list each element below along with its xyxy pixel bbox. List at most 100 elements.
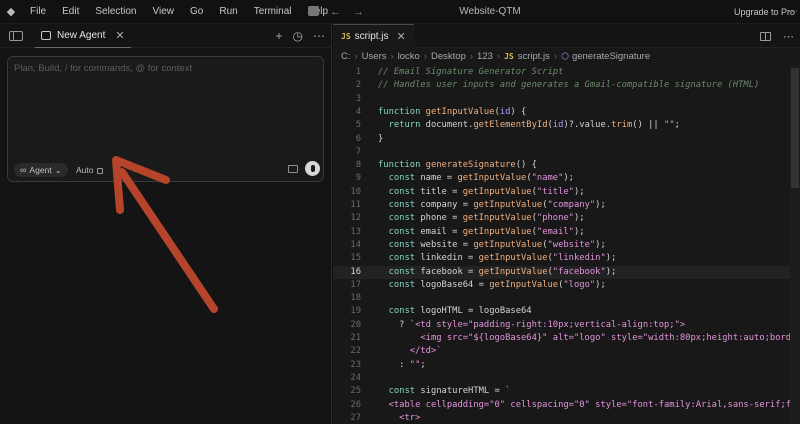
code-line[interactable]: 23 : ""; xyxy=(333,359,800,372)
back-arrow-icon[interactable]: ← xyxy=(330,6,341,18)
code-text: function generateSignature() { xyxy=(378,160,537,171)
infinity-icon: ∞ xyxy=(20,165,27,175)
line-number: 1 xyxy=(355,67,361,77)
more-actions-icon[interactable]: ⋯ xyxy=(783,30,794,43)
code-text: const company = getInputValue("company")… xyxy=(388,200,606,210)
line-number: 4 xyxy=(355,106,361,117)
agent-tab-bar: New Agent ✕ + ◷ ⋯ xyxy=(0,24,331,48)
menu-terminal[interactable]: Terminal xyxy=(246,0,300,24)
code-line[interactable]: 27 <tr> xyxy=(333,412,800,424)
model-select[interactable]: Auto xyxy=(76,163,103,177)
tab-new-agent[interactable]: New Agent ✕ xyxy=(35,24,131,48)
code-line[interactable]: 12 const phone = getInputValue("phone"); xyxy=(333,212,800,225)
code-text: const website = getInputValue("website")… xyxy=(388,239,606,250)
breadcrumb-user[interactable]: locko xyxy=(398,51,420,62)
microphone-button[interactable] xyxy=(305,161,320,176)
breadcrumb-separator: › xyxy=(354,50,358,62)
line-number: 7 xyxy=(355,146,361,157)
code-line[interactable]: 18 xyxy=(333,292,800,305)
agent-mode-dropdown[interactable]: ∞ Agent ⌄ xyxy=(14,163,68,177)
line-number: 14 xyxy=(350,239,361,250)
menu-go[interactable]: Go xyxy=(182,0,211,24)
code-line[interactable]: 1 // Email Signature Generator Script xyxy=(333,66,800,79)
code-text: } xyxy=(378,133,384,144)
code-text: // Handles user inputs and generates a G… xyxy=(378,80,760,91)
code-line[interactable]: 22 </td>` xyxy=(333,345,800,358)
scrollbar-thumb[interactable] xyxy=(791,68,799,188)
upgrade-link[interactable]: Upgrade to Pro xyxy=(734,0,795,24)
code-text: const logoHTML = logoBase64 xyxy=(388,306,532,317)
menu-bar: File Edit Selection View Go Run Terminal… xyxy=(22,0,336,24)
code-line[interactable]: 13 const email = getInputValue("email"); xyxy=(333,226,800,239)
close-icon[interactable]: ✕ xyxy=(115,29,124,42)
chevron-down-icon: ⌄ xyxy=(54,164,62,175)
breadcrumb-desktop[interactable]: Desktop xyxy=(431,51,466,62)
code-text: const email = getInputValue("email"); xyxy=(388,226,585,237)
line-number: 6 xyxy=(355,133,361,144)
line-number: 3 xyxy=(355,93,361,104)
title-bar: ◆ File Edit Selection View Go Run Termin… xyxy=(0,0,800,24)
window-title: Website-QTM xyxy=(459,6,521,17)
code-line[interactable]: 2 // Handles user inputs and generates a … xyxy=(333,79,800,92)
breadcrumb-users[interactable]: Users xyxy=(362,51,387,62)
code-line[interactable]: 21 <img src="${logoBase64}" alt="logo" s… xyxy=(333,332,800,345)
close-icon[interactable]: ✕ xyxy=(397,30,406,43)
breadcrumb-drive[interactable]: C: xyxy=(341,51,351,62)
code-line[interactable]: 10 const title = getInputValue("title"); xyxy=(333,186,800,199)
line-number: 23 xyxy=(350,359,361,370)
code-text: const title = getInputValue("title"); xyxy=(388,186,585,197)
code-line[interactable]: 4 function getInputValue(id) { xyxy=(333,106,800,119)
code-line[interactable]: 11 const company = getInputValue("compan… xyxy=(333,199,800,212)
line-number: 10 xyxy=(350,186,361,197)
code-line[interactable]: 20 ? `<td style="padding-right:10px;vert… xyxy=(333,319,800,332)
menu-edit[interactable]: Edit xyxy=(54,0,87,24)
menu-run[interactable]: Run xyxy=(211,0,245,24)
agent-composer: ∞ Agent ⌄ Auto xyxy=(7,56,324,182)
code-line[interactable]: 9 const name = getInputValue("name"); xyxy=(333,172,800,185)
code-line[interactable]: 17 const logoBase64 = getInputValue("log… xyxy=(333,279,800,292)
breadcrumb: C: › Users › locko › Desktop › 123 › JS … xyxy=(333,48,800,64)
mode-label: Agent xyxy=(29,165,52,175)
composer-input[interactable] xyxy=(14,63,314,74)
line-number: 21 xyxy=(350,333,361,343)
breadcrumb-symbol[interactable]: generateSignature xyxy=(572,51,650,62)
line-number: 8 xyxy=(355,160,361,171)
line-number: 18 xyxy=(350,293,361,304)
code-line[interactable]: 15 const linkedin = getInputValue("linke… xyxy=(333,252,800,265)
line-number: 25 xyxy=(350,386,361,397)
editor-tab-bar: JS script.js ✕ ⋯ xyxy=(333,23,800,48)
code-line[interactable]: 8 function generateSignature() { xyxy=(333,159,800,172)
code-line[interactable]: 3 xyxy=(333,93,800,106)
menu-selection[interactable]: Selection xyxy=(87,0,144,24)
code-line[interactable]: 16 const facebook = getInputValue("faceb… xyxy=(333,265,800,279)
code-line[interactable]: 24 xyxy=(333,372,800,385)
menu-file[interactable]: File xyxy=(22,0,54,24)
code-area[interactable]: 1 // Email Signature Generator Script 2 // … xyxy=(333,66,800,424)
menu-view[interactable]: View xyxy=(145,0,183,24)
code-line[interactable]: 19 const logoHTML = logoBase64 xyxy=(333,305,800,318)
code-line[interactable]: 5 return document.getElementById(id)?.va… xyxy=(333,119,800,132)
function-symbol-icon: ⬡ xyxy=(561,50,569,61)
line-number: 5 xyxy=(355,120,361,131)
javascript-file-icon: JS xyxy=(341,31,351,41)
plus-icon[interactable]: + xyxy=(276,29,283,43)
split-editor-icon[interactable] xyxy=(760,31,771,41)
breadcrumb-separator: › xyxy=(423,50,428,62)
forward-arrow-icon[interactable]: → xyxy=(353,6,364,18)
more-icon[interactable]: ⋯ xyxy=(788,0,798,24)
chat-icon[interactable] xyxy=(308,6,319,16)
more-options-icon[interactable]: ⋯ xyxy=(313,29,325,43)
code-line[interactable]: 14 const website = getInputValue("websit… xyxy=(333,239,800,252)
breadcrumb-file[interactable]: script.js xyxy=(518,51,550,62)
breadcrumb-folder[interactable]: 123 xyxy=(477,51,493,62)
code-line[interactable]: 7 xyxy=(333,146,800,159)
app-logo-icon[interactable]: ◆ xyxy=(0,0,22,24)
tab-script-js[interactable]: JS script.js ✕ xyxy=(333,23,414,48)
image-upload-icon[interactable] xyxy=(288,165,298,173)
code-line[interactable]: 25 const signatureHTML = ` xyxy=(333,385,800,398)
code-line[interactable]: 6} xyxy=(333,133,800,146)
history-icon[interactable]: ◷ xyxy=(293,29,303,43)
code-line[interactable]: 26 <table cellpadding="0" cellspacing="0… xyxy=(333,399,800,412)
sidebar-toggle-icon[interactable] xyxy=(9,30,23,41)
code-text: return document.getElementById(id)?.valu… xyxy=(388,120,680,131)
